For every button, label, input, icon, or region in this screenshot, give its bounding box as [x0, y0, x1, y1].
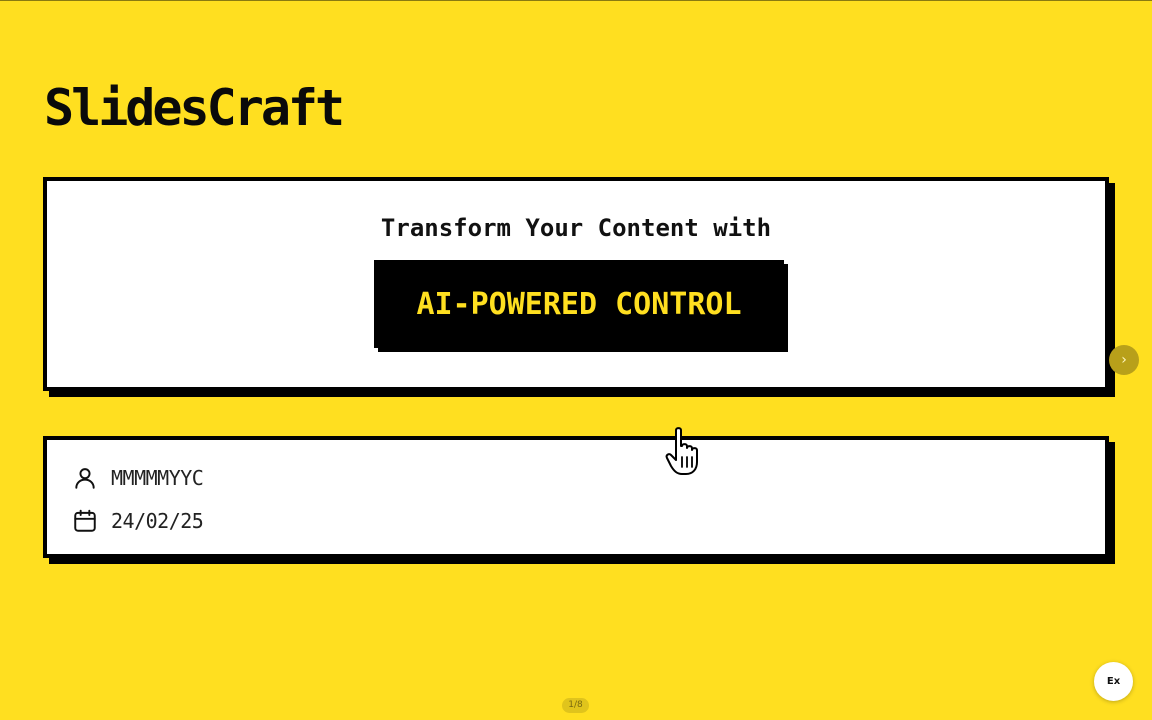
- hero-highlight-text: AI-POWERED CONTROL: [416, 286, 742, 322]
- ex-button[interactable]: Ex: [1094, 662, 1133, 701]
- calendar-icon: [71, 507, 99, 535]
- date-row: 24/02/25: [71, 507, 204, 535]
- brand-title: SlidesCraft: [44, 79, 345, 137]
- author-name: MMMMMYYC: [111, 466, 204, 490]
- page-indicator: 1/8: [562, 698, 589, 713]
- next-slide-button[interactable]: ›: [1109, 345, 1139, 375]
- hero-highlight-box: AI-POWERED CONTROL: [374, 260, 784, 348]
- date-value: 24/02/25: [111, 509, 204, 533]
- hero-card: Transform Your Content with AI-POWERED C…: [43, 177, 1109, 391]
- chevron-right-icon: ›: [1121, 352, 1127, 368]
- top-border: [0, 0, 1152, 1]
- meta-card: MMMMMYYC 24/02/25: [43, 436, 1109, 558]
- author-row: MMMMMYYC: [71, 464, 204, 492]
- hero-subtitle: Transform Your Content with: [380, 214, 772, 242]
- user-icon: [71, 464, 99, 492]
